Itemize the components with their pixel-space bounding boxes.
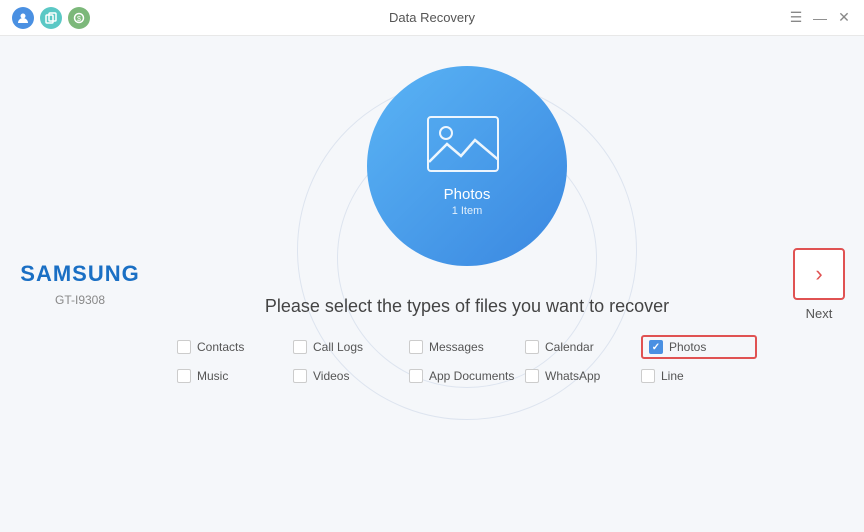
checkbox-line-box[interactable] (641, 369, 655, 383)
checkbox-calendar[interactable]: Calendar (525, 335, 641, 359)
photo-icon (427, 116, 507, 176)
checkbox-calendar-label: Calendar (545, 340, 594, 354)
checkbox-calllogs-label: Call Logs (313, 340, 363, 354)
checkbox-messages-label: Messages (429, 340, 484, 354)
shield-icon[interactable]: $ (68, 7, 90, 29)
next-arrow-icon: › (815, 261, 822, 287)
copy-icon[interactable] (40, 7, 62, 29)
feature-circle: Photos 1 Item (367, 66, 567, 266)
feature-count: 1 Item (452, 205, 483, 217)
window-controls[interactable]: ☰ — ✕ (788, 10, 852, 26)
checkbox-line[interactable]: Line (641, 369, 757, 383)
checkbox-photos[interactable]: Photos (641, 335, 757, 359)
checkbox-calllogs[interactable]: Call Logs (293, 335, 409, 359)
brand-logo: SAMSUNG (20, 261, 139, 287)
checkbox-appdocuments-box[interactable] (409, 369, 423, 383)
checkbox-videos-box[interactable] (293, 369, 307, 383)
title-bar: $ Data Recovery ☰ — ✕ (0, 0, 864, 36)
next-button[interactable]: › (793, 248, 845, 300)
menu-button[interactable]: ☰ (788, 10, 804, 26)
checkbox-videos[interactable]: Videos (293, 369, 409, 383)
next-label: Next (806, 306, 833, 321)
title-bar-left: $ (12, 7, 90, 29)
photo-frame (427, 116, 499, 172)
feature-label: Photos (444, 186, 491, 203)
checkbox-messages[interactable]: Messages (409, 335, 525, 359)
checkbox-music-box[interactable] (177, 369, 191, 383)
checkbox-appdocuments-label: App Documents (429, 369, 514, 383)
checkbox-messages-box[interactable] (409, 340, 423, 354)
main-area: SAMSUNG GT-I9308 Photos 1 Item Please se… (0, 36, 864, 532)
checkboxes-area: Contacts Call Logs Messages Calendar Pho… (177, 335, 757, 383)
checkbox-music[interactable]: Music (177, 369, 293, 383)
checkbox-whatsapp[interactable]: WhatsApp (525, 369, 641, 383)
checkbox-line-label: Line (661, 369, 684, 383)
device-id: GT-I9308 (55, 293, 105, 307)
left-panel: SAMSUNG GT-I9308 (0, 36, 160, 532)
svg-text:$: $ (77, 16, 81, 23)
instruction-text: Please select the types of files you wan… (265, 296, 669, 317)
minimize-button[interactable]: — (812, 10, 828, 26)
checkbox-whatsapp-label: WhatsApp (545, 369, 600, 383)
center-area: Photos 1 Item Please select the types of… (160, 36, 774, 532)
checkbox-calllogs-box[interactable] (293, 340, 307, 354)
photo-mountain-svg (429, 134, 499, 164)
person-icon[interactable] (12, 7, 34, 29)
right-panel: › Next (774, 36, 864, 532)
checkbox-photos-label: Photos (669, 340, 706, 354)
checkbox-photos-box[interactable] (649, 340, 663, 354)
checkbox-contacts-box[interactable] (177, 340, 191, 354)
window-title: Data Recovery (389, 10, 475, 25)
checkbox-calendar-box[interactable] (525, 340, 539, 354)
checkbox-appdocuments[interactable]: App Documents (409, 369, 525, 383)
checkbox-whatsapp-box[interactable] (525, 369, 539, 383)
checkbox-contacts-label: Contacts (197, 340, 244, 354)
checkbox-contacts[interactable]: Contacts (177, 335, 293, 359)
checkbox-videos-label: Videos (313, 369, 349, 383)
checkbox-music-label: Music (197, 369, 228, 383)
close-button[interactable]: ✕ (836, 10, 852, 26)
